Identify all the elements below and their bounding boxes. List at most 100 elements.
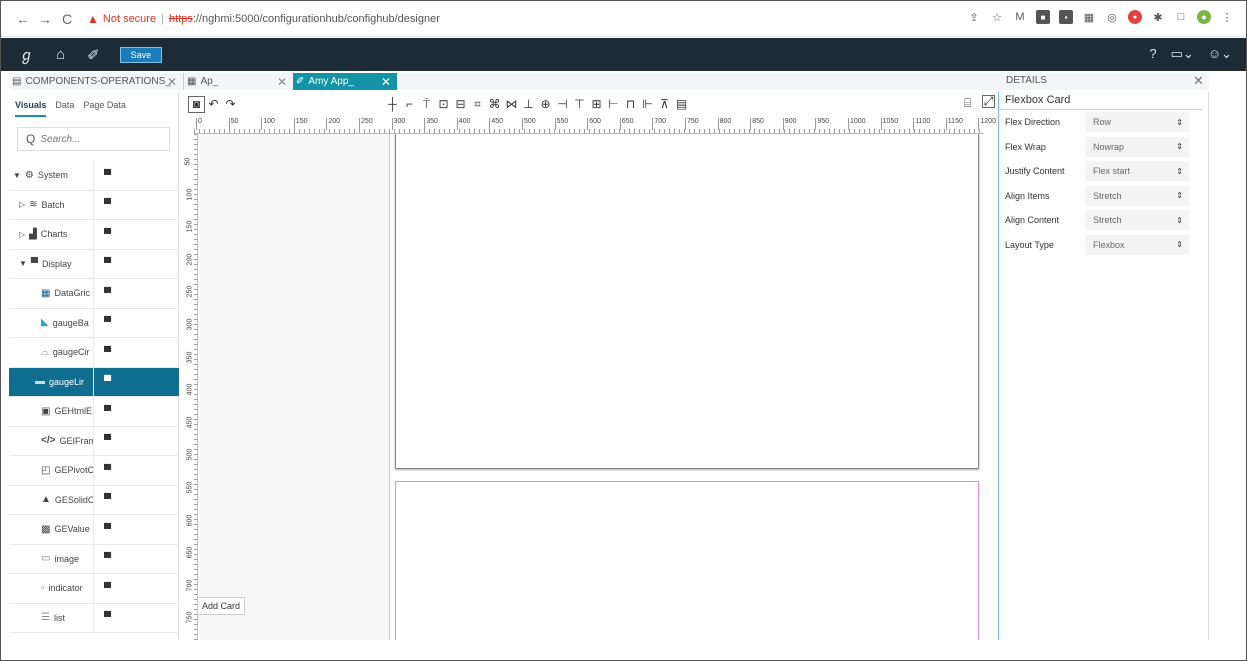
tree-item-charts[interactable]: ▷ ▟ Charts ▀: [9, 220, 179, 250]
back-icon[interactable]: ←: [15, 11, 31, 27]
url-protocol[interactable]: https: [169, 13, 193, 25]
monitor-icon[interactable]: ▀: [104, 583, 111, 594]
align-middle-icon[interactable]: ⊞: [588, 96, 605, 113]
tab-page-data[interactable]: Page Data: [83, 100, 126, 117]
property-select[interactable]: Stretch ⇕: [1085, 185, 1189, 206]
split-icon[interactable]: ⌐: [401, 96, 418, 113]
url-path[interactable]: ://nghmi:5000/configurationhub/confighub…: [193, 13, 440, 25]
abc-extension-icon[interactable]: ●: [1128, 10, 1142, 24]
monitor-icon[interactable]: ▀: [104, 524, 111, 535]
monitor-icon[interactable]: ▀: [104, 435, 111, 446]
monitor-icon[interactable]: ▀: [104, 229, 111, 240]
unmerge-icon[interactable]: ⊟: [452, 96, 469, 113]
property-select[interactable]: Flex start ⇕: [1085, 161, 1189, 182]
tree-item-indicator[interactable]: ▫ indicator ▀: [9, 574, 179, 604]
tree-item-gesolid[interactable]: ▲ GESolidC ▀: [9, 485, 179, 515]
ungroup-icon[interactable]: ⌘: [486, 96, 503, 113]
reload-icon[interactable]: C: [59, 11, 75, 27]
grid-extension-icon[interactable]: ▦: [1082, 10, 1096, 24]
flexbox-card[interactable]: [395, 134, 979, 469]
property-select[interactable]: Row ⇕: [1085, 112, 1189, 133]
tree-item-gaugebar[interactable]: ◣ gaugeBa ▀: [9, 308, 179, 338]
profile-avatar[interactable]: ●: [1197, 10, 1211, 24]
monitor-icon[interactable]: ▀: [104, 494, 111, 505]
search-input[interactable]: [40, 133, 151, 145]
add-row-icon[interactable]: ┼: [384, 96, 401, 113]
expand-icon[interactable]: ⤢: [982, 94, 995, 108]
tree-item-display[interactable]: ▼ ▀ Display ▀: [9, 249, 179, 279]
monitor-icon[interactable]: ▀: [104, 170, 111, 181]
collapsed-icon[interactable]: ▷: [19, 230, 25, 239]
brush-icon[interactable]: ✐: [87, 46, 100, 64]
tree-item-gaugelinear[interactable]: ▬ gaugeLir ▀: [9, 367, 179, 397]
tab-ap[interactable]: ▦ Ap_ ✕: [183, 73, 293, 90]
puzzle-icon[interactable]: ✱: [1151, 10, 1165, 24]
kebab-menu-icon[interactable]: ⋮: [1220, 10, 1234, 24]
tab-components-operations[interactable]: ▤ COMPONENTS-OPERATIONS_ ✕: [9, 73, 183, 90]
spacing-h-icon[interactable]: ⊩: [639, 96, 656, 113]
tree-item-geiframe[interactable]: </> GEIFram ▀: [9, 426, 179, 456]
property-select[interactable]: Flexbox ⇕: [1085, 234, 1189, 255]
search-box[interactable]: Q: [17, 127, 170, 151]
forward-icon[interactable]: →: [37, 11, 53, 27]
monitor-icon[interactable]: ▀: [104, 258, 111, 269]
close-icon[interactable]: ✕: [167, 75, 177, 89]
share-icon[interactable]: ⇪: [967, 10, 981, 24]
help-icon[interactable]: ?: [1149, 46, 1156, 62]
monitor-icon[interactable]: ▀: [104, 465, 111, 476]
home-icon[interactable]: ⌂: [56, 46, 65, 63]
redo-icon[interactable]: ↷: [222, 96, 239, 113]
preview-icon[interactable]: ◙: [188, 95, 205, 113]
undo-icon[interactable]: ↶: [205, 96, 222, 113]
user-dropdown-icon[interactable]: ☺⌄: [1208, 46, 1232, 62]
properties-icon[interactable]: ⌸: [959, 95, 976, 112]
tree-item-batch[interactable]: ▷ ≋ Batch ▀: [9, 190, 179, 220]
flip-horizontal-icon[interactable]: ⋈: [503, 96, 520, 113]
gmail-icon[interactable]: M: [1013, 10, 1027, 24]
design-canvas[interactable]: ◙ ↶ ↷ ┼ ⌐ ⍑ ⊡ ⊟ ⌗ ⌘ ⋈ ⊥ ⊕ ⊣ ⊤ ⊞ ⊢ ⊓ ⊩ ⊼ …: [180, 92, 998, 640]
align-right-icon[interactable]: ⊢: [605, 96, 622, 113]
save-button[interactable]: Save: [119, 46, 163, 63]
monitor-icon[interactable]: ▀: [104, 199, 111, 210]
merge-icon[interactable]: ⊡: [435, 96, 452, 113]
layout-dropdown-icon[interactable]: ▭⌄: [1171, 46, 1194, 62]
bookmark-star-icon[interactable]: ☆: [990, 10, 1004, 24]
monitor-icon[interactable]: ▀: [104, 288, 111, 299]
monitor-icon[interactable]: ▀: [104, 406, 111, 417]
sidepanel-icon[interactable]: □: [1174, 10, 1188, 24]
tab-amy-app[interactable]: ✐ Amy App_ ✕: [293, 73, 397, 90]
tab-visuals[interactable]: Visuals: [15, 100, 47, 117]
flip-vertical-icon[interactable]: ⊥: [520, 96, 537, 113]
collapsed-icon[interactable]: ▷: [19, 200, 25, 209]
app-logo-icon[interactable]: ℊ: [19, 44, 34, 65]
extension-icon[interactable]: ■: [1036, 10, 1050, 24]
warning-icon[interactable]: ▲: [87, 12, 99, 26]
tree-item-list[interactable]: ☰ list ▀: [9, 603, 179, 633]
monitor-icon[interactable]: ▀: [104, 612, 111, 623]
property-select[interactable]: Nowrap ⇕: [1085, 136, 1189, 157]
tab-data[interactable]: Data: [55, 100, 74, 117]
tree-item-gaugecircle[interactable]: ⌓ gaugeCir ▀: [9, 338, 179, 368]
camera-icon[interactable]: ◎: [1105, 10, 1119, 24]
tree-item-gevalue[interactable]: ▩ GEValue ▀: [9, 515, 179, 545]
align-bottom-icon[interactable]: ⊓: [622, 96, 639, 113]
align-top-icon[interactable]: ⍑: [418, 96, 435, 113]
monitor-icon[interactable]: ▀: [104, 347, 111, 358]
expanded-icon[interactable]: ▼: [13, 171, 21, 180]
save-extension-icon[interactable]: ▪: [1059, 10, 1073, 24]
expanded-icon[interactable]: ▼: [19, 259, 27, 268]
property-select[interactable]: Stretch ⇕: [1085, 210, 1189, 231]
flexbox-card-selected[interactable]: [395, 481, 979, 640]
close-icon[interactable]: ✕: [277, 75, 287, 89]
tree-item-gehtml[interactable]: ▣ GEHtmlE ▀: [9, 397, 179, 427]
spacing-v-icon[interactable]: ⊼: [656, 96, 673, 113]
align-left-icon[interactable]: ⊣: [554, 96, 571, 113]
monitor-icon[interactable]: ▀: [104, 553, 111, 564]
not-secure-label[interactable]: Not secure: [103, 13, 156, 25]
distribute-icon[interactable]: ⊕: [537, 96, 554, 113]
group-icon[interactable]: ⌗: [469, 96, 486, 113]
tree-item-gepivot[interactable]: ◰ GEPivotC ▀: [9, 456, 179, 486]
monitor-icon[interactable]: ▀: [104, 317, 111, 328]
close-icon[interactable]: ✕: [381, 75, 391, 89]
monitor-icon[interactable]: ▀: [104, 376, 111, 387]
